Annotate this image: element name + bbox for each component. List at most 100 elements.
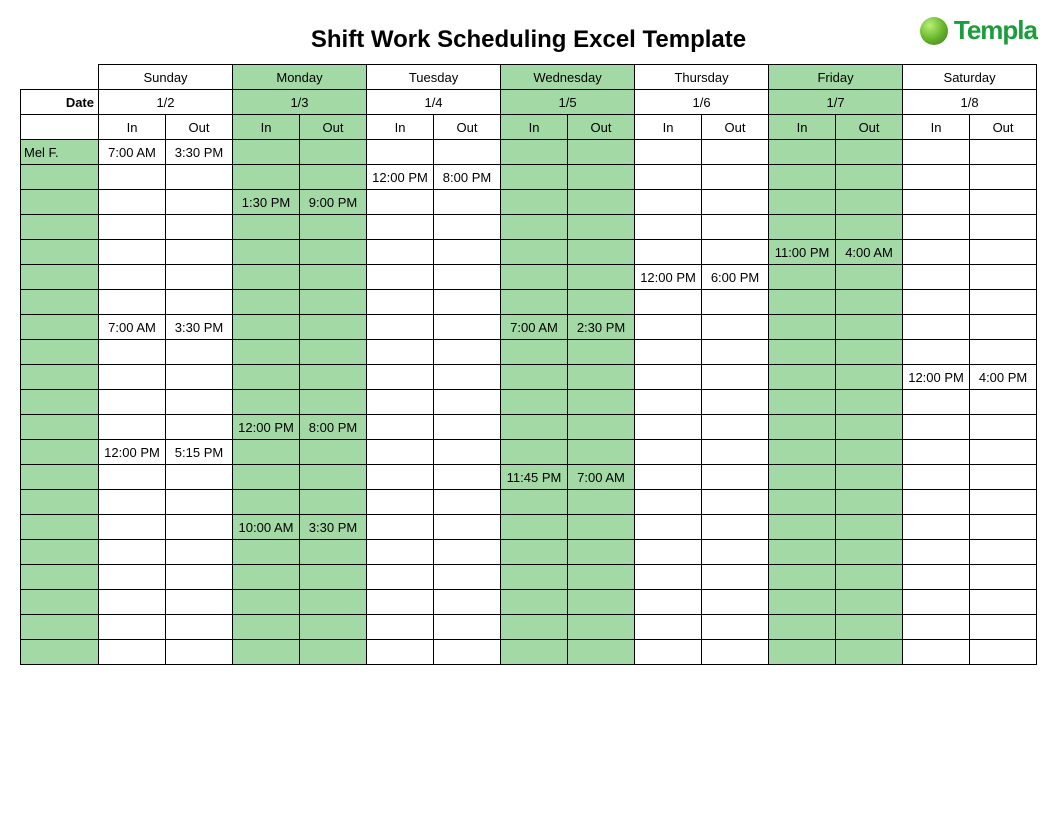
time-cell[interactable] xyxy=(233,440,300,465)
time-cell[interactable] xyxy=(903,540,970,565)
time-cell[interactable] xyxy=(903,390,970,415)
time-cell[interactable] xyxy=(568,540,635,565)
time-cell[interactable] xyxy=(568,365,635,390)
time-cell[interactable] xyxy=(434,340,501,365)
time-cell[interactable] xyxy=(970,165,1037,190)
time-cell[interactable] xyxy=(903,265,970,290)
time-cell[interactable] xyxy=(769,515,836,540)
time-cell[interactable] xyxy=(635,615,702,640)
employee-name-cell[interactable] xyxy=(21,415,99,440)
employee-name-cell[interactable] xyxy=(21,490,99,515)
time-cell[interactable] xyxy=(367,540,434,565)
time-cell[interactable] xyxy=(434,440,501,465)
time-cell[interactable] xyxy=(300,615,367,640)
time-cell[interactable] xyxy=(769,390,836,415)
time-cell[interactable] xyxy=(769,490,836,515)
time-cell[interactable] xyxy=(233,390,300,415)
time-cell[interactable] xyxy=(769,565,836,590)
time-cell[interactable] xyxy=(99,390,166,415)
employee-name-cell[interactable] xyxy=(21,540,99,565)
time-cell[interactable]: 3:30 PM xyxy=(166,140,233,165)
employee-name-cell[interactable] xyxy=(21,265,99,290)
time-cell[interactable] xyxy=(99,265,166,290)
time-cell[interactable] xyxy=(903,640,970,665)
time-cell[interactable] xyxy=(434,515,501,540)
time-cell[interactable] xyxy=(970,315,1037,340)
time-cell[interactable]: 12:00 PM xyxy=(903,365,970,390)
time-cell[interactable] xyxy=(836,590,903,615)
time-cell[interactable] xyxy=(300,365,367,390)
time-cell[interactable] xyxy=(836,315,903,340)
time-cell[interactable] xyxy=(769,590,836,615)
time-cell[interactable] xyxy=(434,190,501,215)
time-cell[interactable] xyxy=(367,340,434,365)
employee-name-cell[interactable] xyxy=(21,565,99,590)
time-cell[interactable]: 7:00 AM xyxy=(568,465,635,490)
time-cell[interactable] xyxy=(769,215,836,240)
time-cell[interactable] xyxy=(970,440,1037,465)
time-cell[interactable] xyxy=(166,290,233,315)
time-cell[interactable]: 12:00 PM xyxy=(367,165,434,190)
time-cell[interactable] xyxy=(300,640,367,665)
time-cell[interactable] xyxy=(434,315,501,340)
time-cell[interactable] xyxy=(233,590,300,615)
time-cell[interactable] xyxy=(166,190,233,215)
time-cell[interactable] xyxy=(434,490,501,515)
time-cell[interactable] xyxy=(836,190,903,215)
time-cell[interactable] xyxy=(568,140,635,165)
time-cell[interactable] xyxy=(702,415,769,440)
employee-name-cell[interactable]: Mel F. xyxy=(21,140,99,165)
time-cell[interactable] xyxy=(434,640,501,665)
time-cell[interactable] xyxy=(367,140,434,165)
time-cell[interactable] xyxy=(233,165,300,190)
time-cell[interactable] xyxy=(233,340,300,365)
time-cell[interactable] xyxy=(434,390,501,415)
time-cell[interactable] xyxy=(836,265,903,290)
time-cell[interactable] xyxy=(166,490,233,515)
time-cell[interactable] xyxy=(903,165,970,190)
employee-name-cell[interactable] xyxy=(21,590,99,615)
time-cell[interactable] xyxy=(635,215,702,240)
time-cell[interactable] xyxy=(434,465,501,490)
time-cell[interactable] xyxy=(635,365,702,390)
time-cell[interactable] xyxy=(166,515,233,540)
time-cell[interactable] xyxy=(300,290,367,315)
time-cell[interactable] xyxy=(836,540,903,565)
time-cell[interactable] xyxy=(166,415,233,440)
time-cell[interactable] xyxy=(367,490,434,515)
time-cell[interactable]: 12:00 PM xyxy=(635,265,702,290)
time-cell[interactable]: 2:30 PM xyxy=(568,315,635,340)
time-cell[interactable] xyxy=(233,615,300,640)
time-cell[interactable]: 8:00 PM xyxy=(434,165,501,190)
time-cell[interactable] xyxy=(501,240,568,265)
time-cell[interactable] xyxy=(769,340,836,365)
time-cell[interactable] xyxy=(300,440,367,465)
time-cell[interactable]: 4:00 AM xyxy=(836,240,903,265)
time-cell[interactable] xyxy=(970,290,1037,315)
time-cell[interactable] xyxy=(635,340,702,365)
time-cell[interactable] xyxy=(166,465,233,490)
time-cell[interactable] xyxy=(635,290,702,315)
time-cell[interactable] xyxy=(970,215,1037,240)
time-cell[interactable] xyxy=(635,640,702,665)
time-cell[interactable] xyxy=(702,290,769,315)
time-cell[interactable] xyxy=(568,240,635,265)
time-cell[interactable]: 9:00 PM xyxy=(300,190,367,215)
time-cell[interactable] xyxy=(769,415,836,440)
time-cell[interactable] xyxy=(367,240,434,265)
time-cell[interactable] xyxy=(501,565,568,590)
time-cell[interactable] xyxy=(836,390,903,415)
time-cell[interactable] xyxy=(970,465,1037,490)
time-cell[interactable] xyxy=(501,190,568,215)
time-cell[interactable] xyxy=(434,540,501,565)
time-cell[interactable] xyxy=(300,565,367,590)
time-cell[interactable] xyxy=(970,640,1037,665)
time-cell[interactable] xyxy=(233,240,300,265)
time-cell[interactable] xyxy=(99,590,166,615)
time-cell[interactable] xyxy=(836,365,903,390)
time-cell[interactable] xyxy=(166,590,233,615)
time-cell[interactable] xyxy=(903,290,970,315)
time-cell[interactable] xyxy=(702,615,769,640)
time-cell[interactable]: 1:30 PM xyxy=(233,190,300,215)
time-cell[interactable] xyxy=(233,140,300,165)
